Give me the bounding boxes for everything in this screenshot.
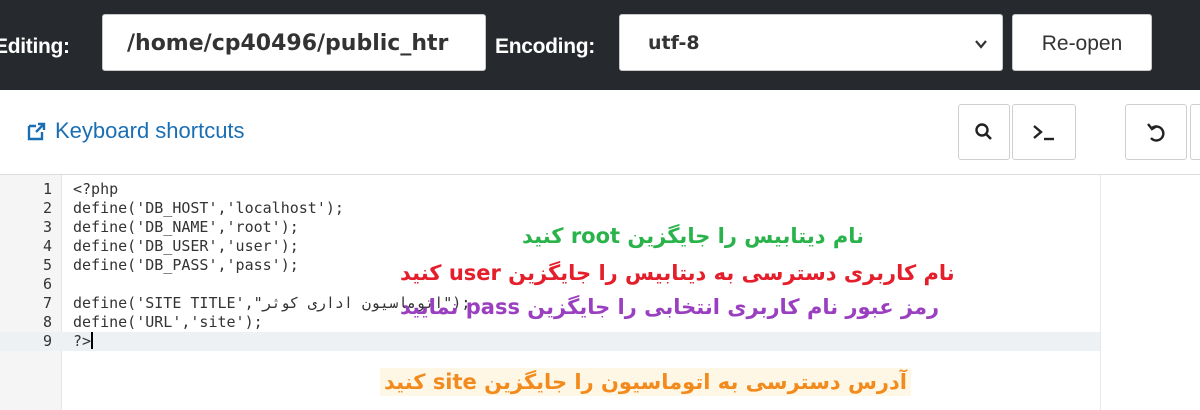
code-text: define('DB_PASS','pass');	[73, 256, 299, 274]
keyboard-shortcuts-link[interactable]: Keyboard shortcuts	[26, 118, 245, 144]
terminal-button[interactable]	[1012, 104, 1076, 160]
search-icon	[975, 123, 992, 140]
line-number: 6	[42, 275, 52, 293]
line-number: 9	[42, 332, 52, 350]
db-pass-annotation: رمز عبور نام کاربری انتخابی را جایگزین p…	[400, 295, 940, 319]
external-link-icon	[27, 122, 46, 140]
undo-icon	[1147, 123, 1165, 142]
text-cursor	[91, 332, 94, 349]
active-code-line[interactable]: 9 ?>	[0, 332, 1100, 351]
reopen-button[interactable]: Re-open	[1012, 14, 1152, 71]
code-text: ?>	[73, 332, 94, 351]
undo-button[interactable]	[1125, 104, 1187, 160]
file-editor-header: Editing: /home/cp40496/public_htr Encodi…	[0, 0, 1200, 90]
code-text-value: ?>	[73, 332, 92, 350]
encoding-select[interactable]: utf-8	[619, 14, 1003, 71]
code-line[interactable]: 1 <?php	[0, 180, 1100, 199]
line-number: 1	[42, 180, 52, 198]
line-number: 7	[42, 294, 52, 312]
db-user-annotation: نام کاربری دسترسی به دیتابیس را جایگزین …	[400, 261, 955, 285]
code-text: <?php	[73, 180, 119, 198]
db-name-annotation: نام دیتابیس را جایگزین root کنید	[522, 224, 864, 248]
search-button[interactable]	[958, 104, 1010, 160]
code-text: define('DB_USER','user');	[73, 237, 299, 255]
code-text: define('URL','site');	[73, 313, 263, 331]
line-number: 2	[42, 199, 52, 217]
chevron-down-icon	[975, 40, 987, 49]
editing-label: Editing:	[0, 35, 70, 58]
encoding-value: utf-8	[648, 32, 700, 54]
code-text: define('DB_HOST','localhost');	[73, 199, 344, 217]
print-margin	[1100, 175, 1101, 410]
line-number: 4	[42, 237, 52, 255]
keyboard-shortcuts-label: Keyboard shortcuts	[55, 118, 245, 143]
url-annotation: آدرس دسترسی به اتوماسیون را جایگزین site…	[380, 368, 911, 396]
line-number: 5	[42, 256, 52, 274]
encoding-label: Encoding:	[495, 35, 595, 58]
terminal-icon	[1033, 125, 1054, 141]
line-number: 8	[42, 313, 52, 331]
code-text: define('DB_NAME','root');	[73, 218, 299, 236]
line-number: 3	[42, 218, 52, 236]
code-line[interactable]: 2 define('DB_HOST','localhost');	[0, 199, 1100, 218]
file-path-input[interactable]: /home/cp40496/public_htr	[102, 14, 486, 71]
more-toolbar-button[interactable]	[1190, 104, 1200, 160]
